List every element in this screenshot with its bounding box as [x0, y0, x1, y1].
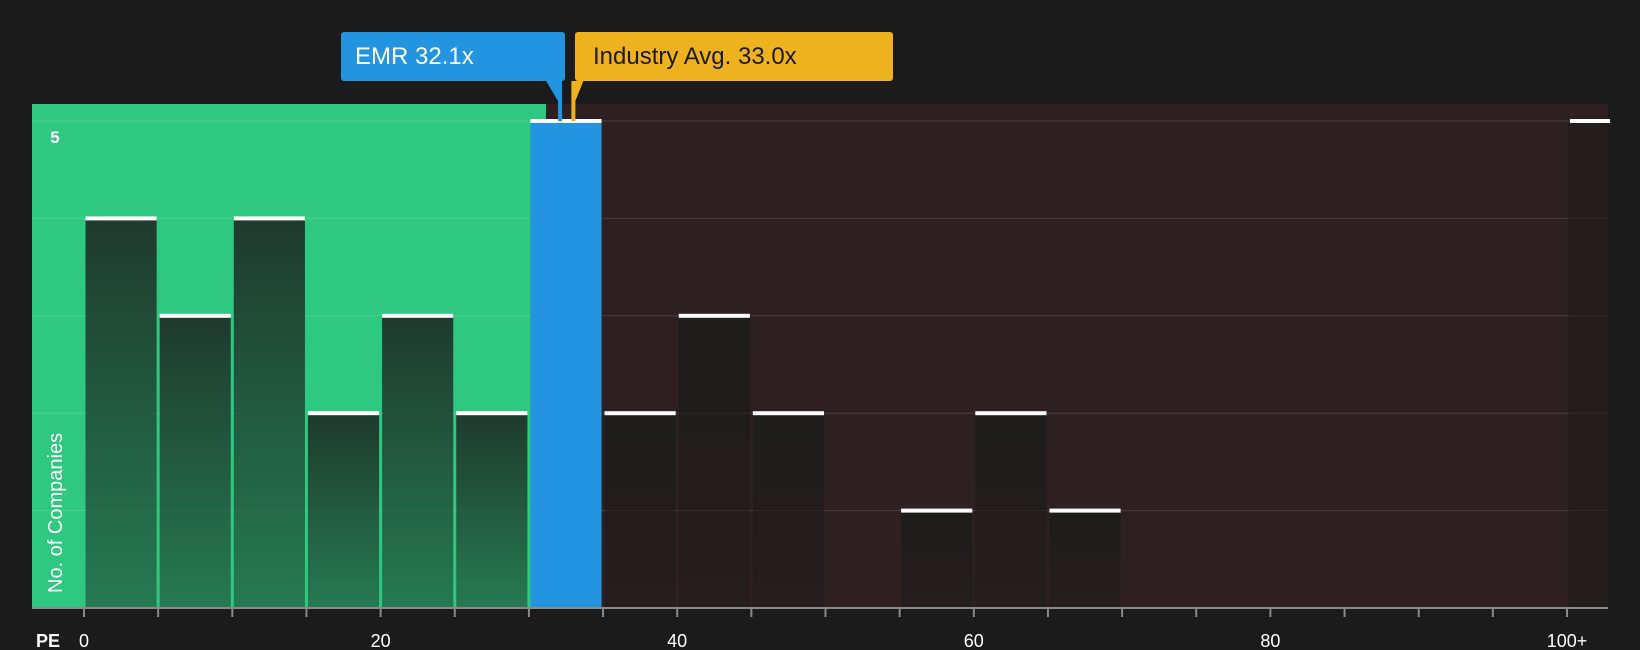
bar-cap: [382, 313, 454, 318]
bar-cap: [975, 411, 1047, 416]
company-bar: [530, 121, 602, 608]
histogram-bar: [975, 413, 1047, 608]
x-tick-label: 0: [79, 631, 89, 650]
bar-cap: [678, 313, 750, 318]
company-pe-callout: EMR 32.1x: [341, 32, 565, 81]
histogram-bar: [159, 315, 231, 608]
x-tick-label: 100+: [1547, 631, 1588, 650]
histogram-bar: [85, 218, 157, 608]
bar-cap: [752, 411, 824, 416]
histogram-bar: [1568, 121, 1608, 608]
bar-cap: [233, 216, 305, 221]
histogram-bar: [1049, 510, 1121, 608]
histogram-bar: [307, 413, 380, 608]
pe-distribution-chart: 0 20 40 60 80 100+ 5 No. of Companies PE: [0, 0, 1640, 650]
bar-cap: [530, 119, 602, 123]
x-tick-label: 20: [371, 631, 391, 650]
x-tick-label: 80: [1260, 631, 1280, 650]
bar-cap: [1570, 119, 1610, 123]
histogram-bar: [678, 315, 750, 608]
histogram-bar: [901, 510, 973, 608]
histogram-bar: [752, 413, 824, 608]
histogram-bar: [233, 218, 305, 608]
x-tick-label: 60: [964, 631, 984, 650]
y-axis-label: No. of Companies: [45, 433, 67, 593]
histogram-bar: [456, 413, 528, 608]
industry-average-callout: Industry Avg. 33.0x: [575, 32, 893, 81]
y-tick-label: 5: [50, 128, 59, 147]
bar-cap: [901, 508, 973, 513]
bar-cap: [456, 411, 528, 416]
histogram-bar: [604, 413, 676, 608]
x-axis-label: PE: [36, 631, 60, 650]
x-tick-label: 40: [667, 631, 687, 650]
bar-cap: [159, 313, 231, 318]
bar-cap: [307, 411, 380, 416]
bar-cap: [85, 216, 157, 221]
bar-cap: [604, 411, 676, 416]
histogram-bar: [382, 315, 454, 608]
bar-cap: [1049, 508, 1121, 513]
